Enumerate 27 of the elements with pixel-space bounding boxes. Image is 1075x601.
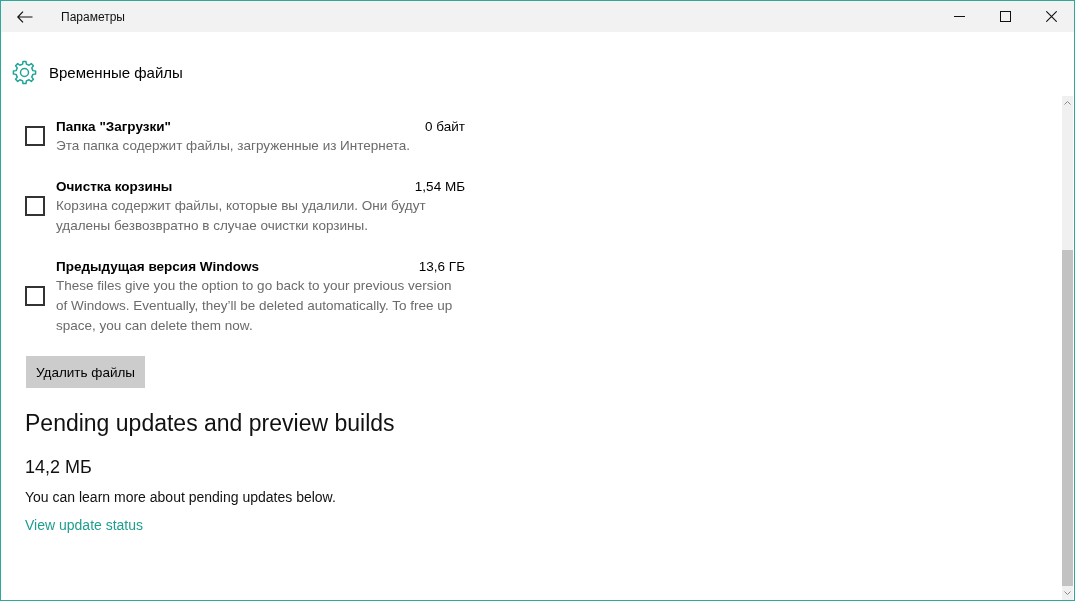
delete-files-button[interactable]: Удалить файлы [26, 356, 146, 388]
close-icon [1045, 11, 1057, 22]
scrollbar[interactable] [1062, 96, 1073, 600]
scroll-down-icon [1064, 591, 1071, 595]
item-label: Папка "Загрузки" [56, 118, 171, 134]
item-description: Корзина содержит файлы, которые вы удалили. Они будут удалены безвозвратно в случае очистки корзины. [56, 197, 427, 235]
item-description: These files give you the option to go back to your previous version of Windows. Eventually, they’ll be deleted automatically. To free up space, you can delete them now. [56, 277, 454, 335]
back-arrow-icon [17, 10, 33, 23]
item-size: 13,6 ГБ [418, 258, 465, 274]
scroll-up-icon [1064, 101, 1071, 105]
section-description: You can learn more about pending updates below. [25, 488, 337, 507]
item-size: 0 байт [425, 118, 465, 134]
pending-size: 14,2 МБ [25, 456, 93, 479]
item-size: 1,54 МБ [414, 178, 465, 194]
page-title: Временные файлы [49, 64, 183, 81]
item-label: Очистка корзины [56, 178, 173, 194]
item-description: Эта папка содержит файлы, загруженные из Интернета. [56, 137, 412, 155]
maximize-icon [999, 11, 1011, 22]
window-title: Параметры [61, 9, 125, 24]
checkbox[interactable] [25, 286, 45, 306]
checkbox[interactable] [25, 196, 45, 216]
item-label: Предыдущая версия Windows [56, 258, 259, 274]
section-heading: Pending updates and preview builds [25, 409, 396, 438]
settings-gear-icon [12, 60, 37, 85]
checkbox[interactable] [25, 126, 45, 146]
minimize-icon [953, 16, 965, 17]
scrollbar-thumb[interactable] [1062, 250, 1073, 586]
